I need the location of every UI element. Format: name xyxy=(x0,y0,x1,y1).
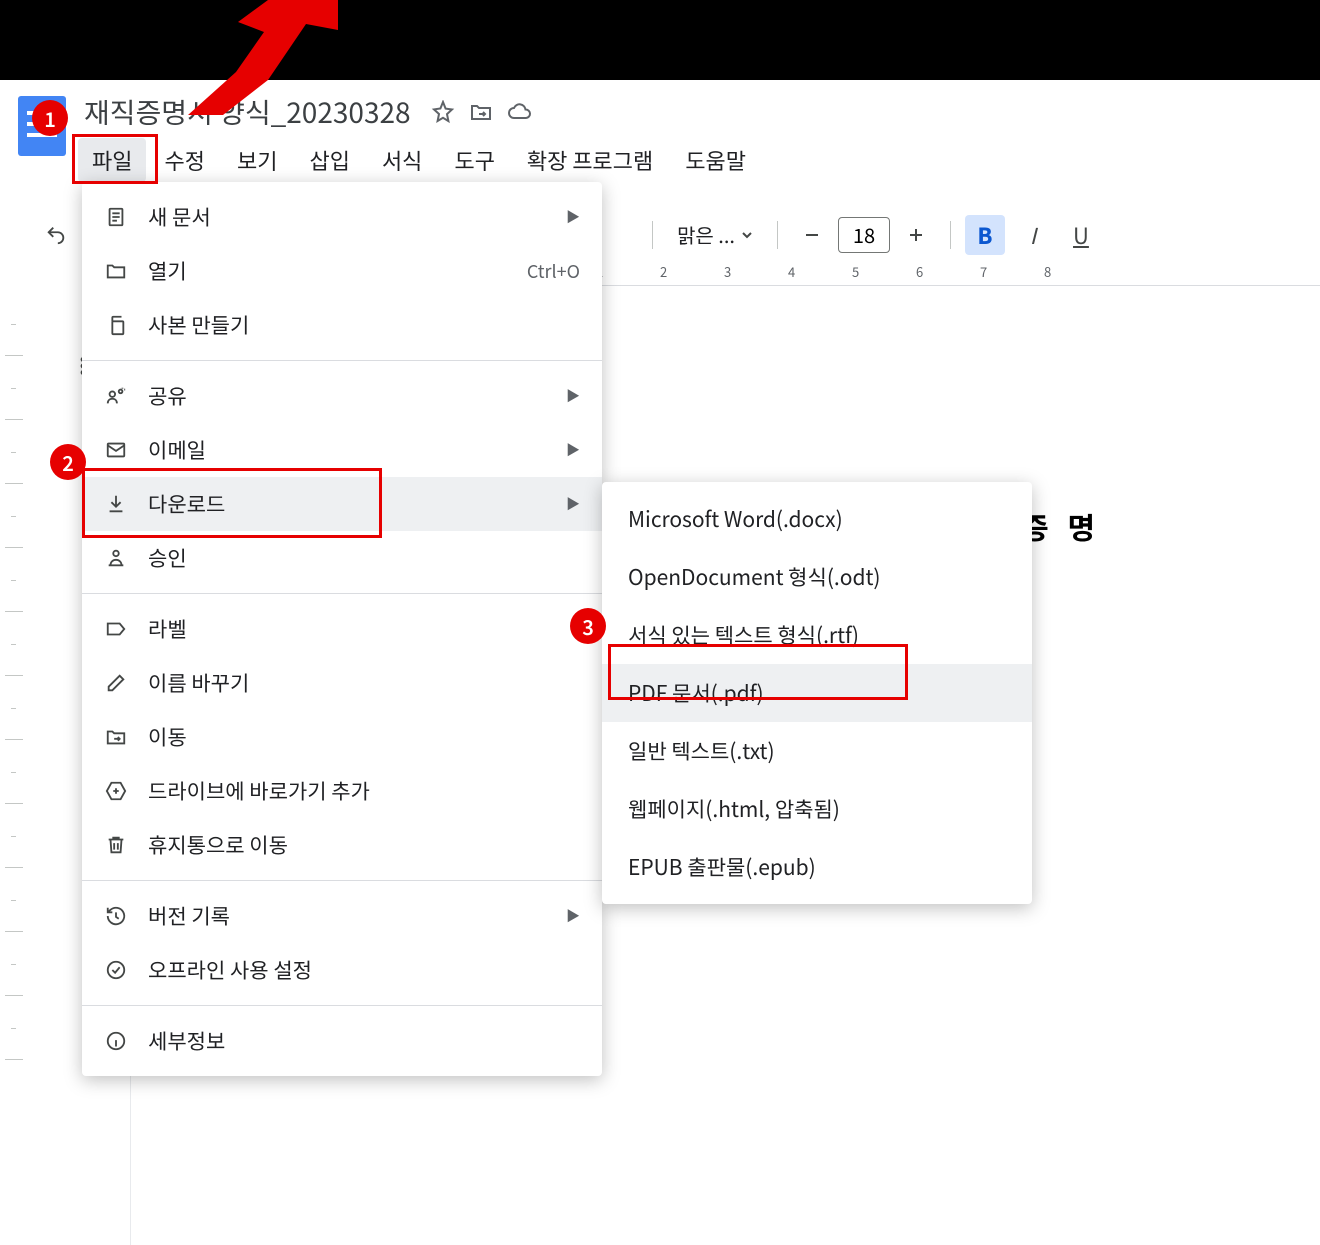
menu-item-offline[interactable]: 오프라인 사용 설정 xyxy=(82,943,602,997)
label-icon xyxy=(104,617,128,641)
folder-icon xyxy=(104,259,128,283)
menu-item-approve[interactable]: 승인 xyxy=(82,531,602,585)
chevron-right-icon: ▶ xyxy=(566,440,580,460)
font-size-input[interactable]: 18 xyxy=(838,217,890,253)
chevron-right-icon: ▶ xyxy=(566,386,580,406)
menu-item-label: 세부정보 xyxy=(148,1026,225,1056)
share-icon xyxy=(104,384,128,408)
menu-item-shortcut: Ctrl+O xyxy=(527,258,580,284)
menu-item-label: 다운로드 xyxy=(148,489,225,519)
submenu-item-epub[interactable]: EPUB 출판물(.epub) xyxy=(602,838,1032,896)
menu-item-download[interactable]: 다운로드 ▶ xyxy=(82,477,602,531)
menu-divider xyxy=(82,880,602,881)
doc-heading-fragment: 증 명 xyxy=(1021,504,1101,548)
document-icon xyxy=(104,205,128,229)
move-folder-icon[interactable] xyxy=(469,100,493,124)
history-icon xyxy=(104,904,128,928)
font-size-decrease[interactable] xyxy=(792,215,832,255)
menu-edit[interactable]: 수정 xyxy=(150,138,218,182)
annotation-badge-3: 3 xyxy=(570,608,606,644)
menu-item-label[interactable]: 라벨 xyxy=(82,602,602,656)
menu-file[interactable]: 파일 xyxy=(78,138,146,182)
toolbar-separator xyxy=(652,221,653,249)
submenu-item-odt[interactable]: OpenDocument 형식(.odt) xyxy=(602,548,1032,606)
menu-item-add-shortcut[interactable]: 드라이브에 바로가기 추가 xyxy=(82,764,602,818)
move-icon xyxy=(104,725,128,749)
menu-item-label: 버전 기록 xyxy=(148,901,230,931)
menu-item-new[interactable]: 새 문서 ▶ xyxy=(82,190,602,244)
menu-item-label: 열기 xyxy=(148,256,187,286)
drive-shortcut-icon xyxy=(104,779,128,803)
menu-item-label: 사본 만들기 xyxy=(148,310,249,340)
menu-item-move[interactable]: 이동 xyxy=(82,710,602,764)
menu-help[interactable]: 도움말 xyxy=(671,138,760,182)
menu-item-email[interactable]: 이메일 ▶ xyxy=(82,423,602,477)
menu-view[interactable]: 보기 xyxy=(223,138,291,182)
menu-tools[interactable]: 도구 xyxy=(440,138,508,182)
menu-item-label: 라벨 xyxy=(148,614,187,644)
menu-divider xyxy=(82,593,602,594)
menu-insert[interactable]: 삽입 xyxy=(295,138,363,182)
chevron-right-icon: ▶ xyxy=(566,207,580,227)
vertical-ruler[interactable] xyxy=(5,292,23,1245)
horizontal-ruler[interactable] xyxy=(600,260,1320,286)
submenu-item-txt[interactable]: 일반 텍스트(.txt) xyxy=(602,722,1032,780)
bold-button[interactable]: B xyxy=(965,215,1005,255)
menu-item-label: 공유 xyxy=(148,381,187,411)
toolbar-separator xyxy=(950,221,951,249)
menu-item-trash[interactable]: 휴지통으로 이동 xyxy=(82,818,602,872)
menu-item-rename[interactable]: 이름 바꾸기 xyxy=(82,656,602,710)
font-family-select[interactable]: 맑은 ... xyxy=(667,214,763,255)
menu-format[interactable]: 서식 xyxy=(368,138,436,182)
star-icon[interactable] xyxy=(431,100,455,124)
download-submenu: Microsoft Word(.docx) OpenDocument 형식(.o… xyxy=(602,482,1032,904)
menu-item-share[interactable]: 공유 ▶ xyxy=(82,369,602,423)
menu-item-details[interactable]: 세부정보 xyxy=(82,1014,602,1068)
menu-item-copy[interactable]: 사본 만들기 xyxy=(82,298,602,352)
menu-item-label: 휴지통으로 이동 xyxy=(148,830,288,860)
chevron-right-icon: ▶ xyxy=(566,906,580,926)
submenu-item-html[interactable]: 웹페이지(.html, 압축됨) xyxy=(602,780,1032,838)
menubar: 파일 수정 보기 삽입 서식 도구 확장 프로그램 도움말 xyxy=(78,138,1320,182)
menu-divider xyxy=(82,360,602,361)
submenu-item-pdf[interactable]: PDF 문서(.pdf) xyxy=(602,664,1032,722)
cloud-status-icon[interactable] xyxy=(507,100,533,124)
annotation-badge-1: 1 xyxy=(32,100,68,136)
menu-item-label: 새 문서 xyxy=(148,202,211,232)
menu-extensions[interactable]: 확장 프로그램 xyxy=(513,138,667,182)
menu-item-label: 드라이브에 바로가기 추가 xyxy=(148,776,370,806)
approve-icon xyxy=(104,546,128,570)
chevron-right-icon: ▶ xyxy=(566,494,580,514)
annotation-arrow xyxy=(178,0,338,120)
annotation-badge-2: 2 xyxy=(50,444,86,480)
font-size-increase[interactable] xyxy=(896,215,936,255)
menu-item-version-history[interactable]: 버전 기록 ▶ xyxy=(82,889,602,943)
file-dropdown-menu: 새 문서 ▶ 열기 Ctrl+O 사본 만들기 공유 ▶ 이메일 ▶ 다운로드 … xyxy=(82,182,602,1076)
menu-item-label: 이동 xyxy=(148,722,187,752)
submenu-item-rtf[interactable]: 서식 있는 텍스트 형식(.rtf) xyxy=(602,606,1032,664)
undo-button[interactable] xyxy=(36,215,76,255)
offline-icon xyxy=(104,958,128,982)
menu-divider xyxy=(82,1005,602,1006)
italic-button[interactable]: I xyxy=(1013,215,1053,255)
menu-item-label: 승인 xyxy=(148,543,187,573)
font-family-label: 맑은 ... xyxy=(677,220,735,249)
submenu-item-docx[interactable]: Microsoft Word(.docx) xyxy=(602,490,1032,548)
email-icon xyxy=(104,438,128,462)
underline-button[interactable]: U xyxy=(1061,215,1101,255)
info-icon xyxy=(104,1029,128,1053)
copy-icon xyxy=(104,313,128,337)
rename-icon xyxy=(104,671,128,695)
download-icon xyxy=(104,492,128,516)
menu-item-label: 이름 바꾸기 xyxy=(148,668,249,698)
toolbar-separator xyxy=(777,221,778,249)
menu-item-label: 이메일 xyxy=(148,435,206,465)
menu-item-open[interactable]: 열기 Ctrl+O xyxy=(82,244,602,298)
trash-icon xyxy=(104,833,128,857)
menu-item-label: 오프라인 사용 설정 xyxy=(148,955,312,985)
